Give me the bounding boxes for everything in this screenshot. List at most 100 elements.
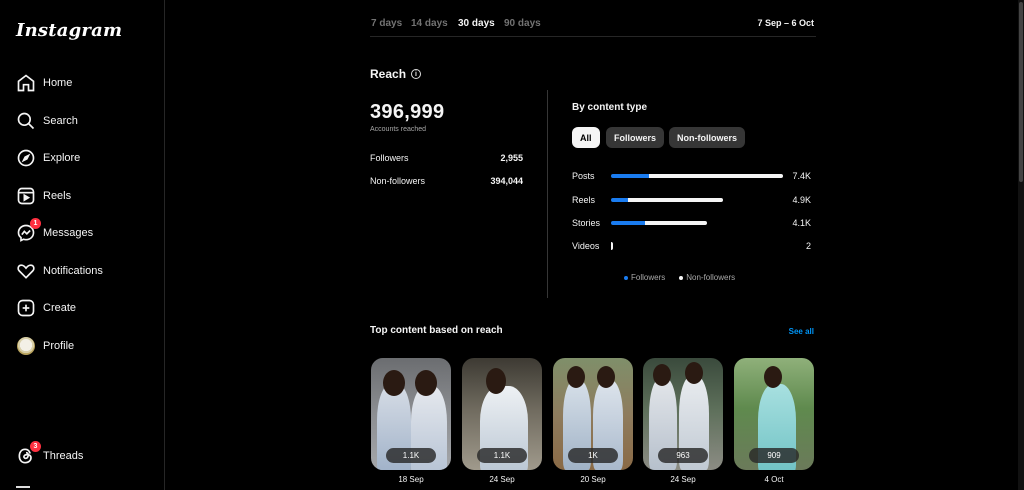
bar-followers-segment bbox=[611, 198, 629, 202]
sidebar-item-label: Notifications bbox=[43, 265, 103, 277]
threads-icon: 3 bbox=[15, 441, 41, 467]
filter-followers-chip[interactable]: Followers bbox=[606, 127, 665, 148]
sidebar-item-create[interactable]: Create bbox=[12, 292, 152, 324]
bar-track bbox=[611, 198, 723, 202]
post-thumbnail[interactable]: 1.1K bbox=[371, 358, 451, 470]
bar-track bbox=[611, 242, 613, 250]
legend-followers: Followers bbox=[624, 273, 665, 282]
accounts-reached-label: Accounts reached bbox=[370, 126, 427, 133]
compass-icon bbox=[15, 147, 37, 169]
reach-count: 1.1K bbox=[477, 448, 527, 463]
tab-14-days[interactable]: 14 days bbox=[411, 18, 448, 29]
stat-label: Non-followers bbox=[370, 176, 426, 186]
sidebar-item-label: Threads bbox=[43, 450, 84, 462]
sidebar-item-explore[interactable]: Explore bbox=[12, 142, 152, 174]
plus-square-icon bbox=[15, 297, 37, 319]
top-content-list: 1.1K 18 Sep 1.1K 24 Sep 1K 20 Sep 963 24… bbox=[370, 358, 816, 490]
sidebar-item-notifications[interactable]: Notifications bbox=[12, 255, 152, 287]
reach-count: 1K bbox=[568, 448, 618, 463]
date-range-label: 7 Sep – 6 Oct bbox=[757, 18, 814, 28]
filter-all-chip[interactable]: All bbox=[572, 127, 600, 148]
tab-30-days[interactable]: 30 days bbox=[458, 18, 495, 29]
content-thumb-3[interactable]: 1K 20 Sep bbox=[553, 358, 633, 484]
sidebar-item-label: Profile bbox=[43, 340, 75, 352]
scrollbar-thumb[interactable] bbox=[1019, 2, 1023, 182]
post-thumbnail[interactable]: 1K bbox=[553, 358, 633, 470]
bar-label: Reels bbox=[572, 195, 596, 205]
content-thumb-5[interactable]: 909 4 Oct bbox=[734, 358, 814, 484]
stat-label: Followers bbox=[370, 153, 409, 163]
reach-count: 963 bbox=[658, 448, 708, 463]
reach-heading: Reach i bbox=[370, 67, 422, 81]
avatar bbox=[15, 335, 37, 357]
chart-legend: Followers Non-followers bbox=[624, 273, 735, 282]
sidebar-item-messages[interactable]: 1 Messages bbox=[12, 217, 152, 249]
stat-value: 394,044 bbox=[490, 176, 523, 186]
content-thumb-2[interactable]: 1.1K 24 Sep bbox=[462, 358, 542, 484]
more-menu-icon[interactable] bbox=[16, 486, 30, 488]
home-icon bbox=[15, 72, 37, 94]
sidebar-item-label: Home bbox=[43, 77, 73, 89]
threads-badge: 3 bbox=[30, 441, 41, 452]
sidebar-item-label: Explore bbox=[43, 152, 81, 164]
tab-7-days[interactable]: 7 days bbox=[371, 18, 402, 29]
sidebar-item-label: Reels bbox=[43, 190, 72, 202]
bar-row-videos: Videos 2 bbox=[572, 240, 813, 254]
page-scrollbar[interactable] bbox=[1018, 0, 1024, 490]
sidebar-item-threads[interactable]: 3 Threads bbox=[12, 440, 152, 472]
bar-value: 2 bbox=[805, 241, 811, 251]
reach-count: 1.1K bbox=[386, 448, 436, 463]
bar-row-posts: Posts 7.4K bbox=[572, 170, 813, 184]
bar-track bbox=[611, 221, 708, 225]
by-content-type-title: By content type bbox=[572, 102, 648, 113]
post-date: 4 Oct bbox=[764, 475, 784, 484]
stat-row-non-followers: Non-followers 394,044 bbox=[370, 176, 523, 186]
messages-badge: 1 bbox=[30, 218, 41, 229]
sidebar: Instagram Home Search Explore Reels 1 Me… bbox=[0, 0, 165, 490]
sidebar-item-home[interactable]: Home bbox=[12, 67, 152, 99]
search-icon bbox=[15, 110, 37, 132]
bar-non-followers-segment bbox=[628, 198, 723, 202]
sidebar-item-search[interactable]: Search bbox=[12, 105, 152, 137]
post-date: 18 Sep bbox=[398, 475, 424, 484]
bar-value: 4.9K bbox=[792, 195, 811, 205]
bar-value: 4.1K bbox=[792, 218, 811, 228]
legend-non-followers: Non-followers bbox=[679, 273, 735, 282]
bar-row-reels: Reels 4.9K bbox=[572, 194, 813, 208]
bar-label: Stories bbox=[572, 218, 601, 228]
content-thumb-1[interactable]: 1.1K 18 Sep bbox=[371, 358, 451, 484]
content-thumb-4[interactable]: 963 24 Sep bbox=[643, 358, 723, 484]
info-icon[interactable]: i bbox=[411, 69, 422, 79]
sidebar-item-profile[interactable]: Profile bbox=[12, 330, 152, 362]
post-thumbnail[interactable]: 963 bbox=[643, 358, 723, 470]
bar-track bbox=[611, 174, 783, 178]
section-divider bbox=[547, 90, 548, 298]
bar-label: Videos bbox=[572, 241, 600, 251]
sidebar-item-label: Create bbox=[43, 302, 77, 314]
reels-icon bbox=[15, 185, 37, 207]
stat-value: 2,955 bbox=[500, 153, 523, 163]
date-range-bar: 7 days 14 days 30 days 90 days 7 Sep – 6… bbox=[370, 15, 816, 37]
bar-non-followers-segment bbox=[611, 242, 613, 250]
post-thumbnail[interactable]: 1.1K bbox=[462, 358, 542, 470]
heart-icon bbox=[15, 260, 37, 282]
top-content-title: Top content based on reach bbox=[370, 325, 503, 336]
post-date: 24 Sep bbox=[489, 475, 515, 484]
tab-90-days[interactable]: 90 days bbox=[504, 18, 541, 29]
bar-value: 7.4K bbox=[792, 171, 811, 181]
post-date: 24 Sep bbox=[670, 475, 696, 484]
sidebar-item-label: Messages bbox=[43, 227, 94, 239]
instagram-logo[interactable]: Instagram bbox=[16, 20, 122, 41]
sidebar-item-reels[interactable]: Reels bbox=[12, 180, 152, 212]
post-thumbnail[interactable]: 909 bbox=[734, 358, 814, 470]
bar-non-followers-segment bbox=[648, 174, 783, 178]
accounts-reached-value: 396,999 bbox=[370, 101, 445, 123]
filter-non-followers-chip[interactable]: Non-followers bbox=[669, 127, 745, 148]
bar-followers-segment bbox=[611, 221, 646, 225]
bar-non-followers-segment bbox=[645, 221, 708, 225]
sidebar-item-label: Search bbox=[43, 115, 78, 127]
reach-title: Reach bbox=[370, 67, 407, 81]
bar-row-stories: Stories 4.1K bbox=[572, 217, 813, 231]
stat-row-followers: Followers 2,955 bbox=[370, 153, 523, 163]
see-all-link[interactable]: See all bbox=[789, 327, 814, 336]
